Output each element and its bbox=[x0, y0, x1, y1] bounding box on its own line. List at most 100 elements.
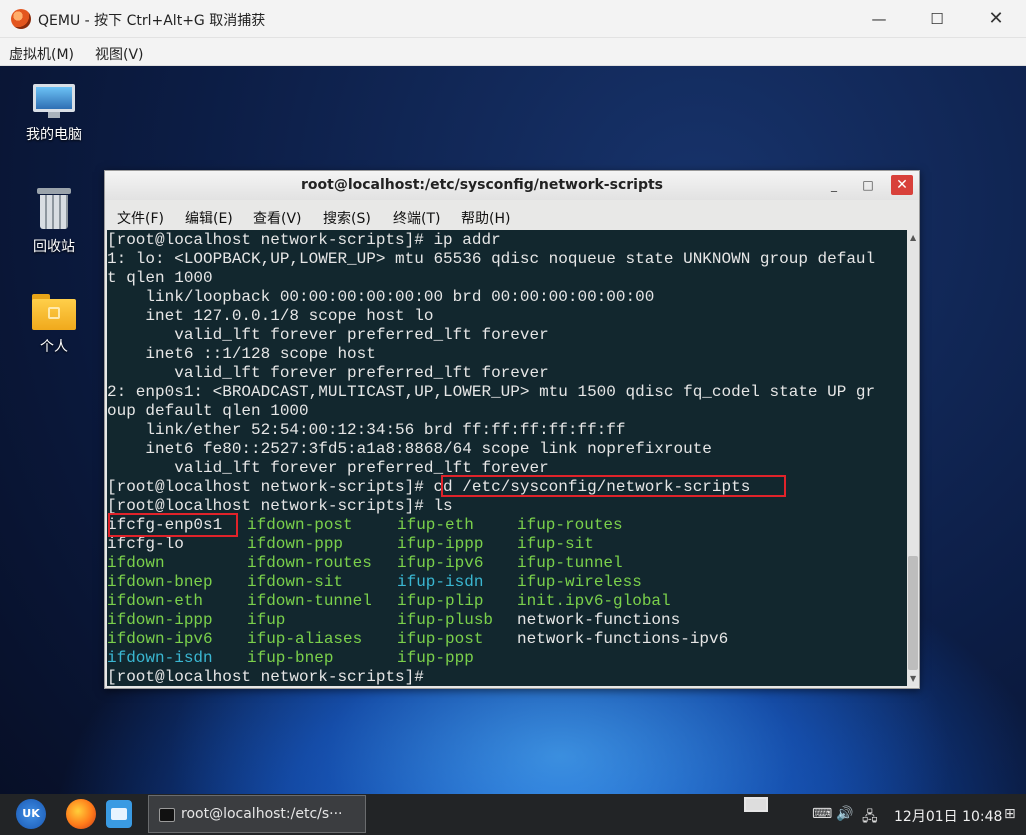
qemu-menu-machine[interactable]: 虚拟机(M) bbox=[9, 44, 74, 64]
desktop-icon-home[interactable]: 个人 bbox=[9, 294, 99, 356]
ls-row: ifdown ifdown-routes ifup-ipv6 ifup-tunnel bbox=[107, 554, 907, 573]
ls-file-entry: ifup-tunnel bbox=[517, 554, 623, 572]
highlight-ifcfg-file bbox=[108, 513, 238, 537]
terminal-window[interactable]: root@localhost:/etc/sysconfig/network-sc… bbox=[104, 170, 920, 689]
ls-file-entry: ifup-plip bbox=[397, 592, 484, 610]
qemu-window-title: QEMU - 按下 Ctrl+Alt+G 取消捕获 bbox=[38, 13, 266, 29]
ls-file-entry: ifup-eth bbox=[397, 516, 474, 534]
display-icon[interactable] bbox=[744, 797, 768, 812]
ls-file-entry: ifdown-eth bbox=[107, 592, 204, 610]
ls-file-entry: ifdown-ippp bbox=[107, 611, 213, 629]
terminal-output: [root@localhost network-scripts]# ip add… bbox=[107, 231, 875, 516]
qemu-close-button[interactable]: ✕ bbox=[967, 2, 1025, 36]
qemu-maximize-button[interactable]: ☐ bbox=[908, 2, 966, 36]
ls-file-entry: ifdown-routes bbox=[247, 554, 372, 572]
terminal-line: valid_lft forever preferred_lft forever bbox=[107, 364, 549, 382]
terminal-menu-terminal[interactable]: 终端(T) bbox=[393, 208, 440, 228]
desktop-icon-computer[interactable]: 我的电脑 bbox=[9, 84, 99, 144]
ls-file-entry: ifup-plusb bbox=[397, 611, 494, 629]
terminal-menu-edit[interactable]: 编辑(E) bbox=[185, 208, 233, 228]
ls-file-entry: ifup-ppp bbox=[397, 649, 474, 667]
ls-row: ifdown-ipv6 ifup-aliases ifup-post network-… bbox=[107, 630, 907, 649]
ls-row: ifcfg-lo ifdown-ppp ifup-ippp ifup-sit bbox=[107, 535, 907, 554]
ls-row: ifdown-eth ifdown-tunnel ifup-plip init.ipv… bbox=[107, 592, 907, 611]
desktop-icon-label: 我的电脑 bbox=[26, 127, 82, 143]
qemu-menu-bar: 虚拟机(M) 视图(V) bbox=[0, 38, 1026, 66]
terminal-line: link/ether 52:54:00:12:34:56 brd ff:ff:f… bbox=[107, 421, 626, 439]
terminal-line: valid_lft forever preferred_lft forever bbox=[107, 326, 549, 344]
scroll-down-arrow-icon[interactable]: ▼ bbox=[910, 674, 916, 683]
terminal-title: root@localhost:/etc/sysconfig/network-sc… bbox=[300, 177, 664, 193]
ls-file-entry: ifdown-tunnel bbox=[247, 592, 372, 610]
terminal-menu-search[interactable]: 搜索(S) bbox=[323, 208, 371, 228]
ls-row: ifdown-bnep ifdown-sit ifup-isdn ifup-wirel… bbox=[107, 573, 907, 592]
terminal-line: [root@localhost network-scripts]# ip add… bbox=[107, 231, 501, 249]
terminal-menu-help[interactable]: 帮助(H) bbox=[461, 208, 510, 228]
terminal-menu-bar: 文件(F) 编辑(E) 查看(V) 搜索(S) 终端(T) 帮助(H) bbox=[105, 200, 919, 230]
ls-file-entry: network-functions-ipv6 bbox=[517, 630, 729, 648]
scrollbar-thumb[interactable] bbox=[908, 556, 918, 670]
terminal-menu-file[interactable]: 文件(F) bbox=[117, 208, 164, 228]
ls-file-entry: ifup-isdn bbox=[397, 573, 484, 591]
volume-icon[interactable]: 🔊 bbox=[836, 806, 853, 822]
terminal-icon bbox=[159, 808, 175, 822]
ls-file-entry: ifup-post bbox=[397, 630, 484, 648]
qemu-logo-icon bbox=[11, 9, 31, 29]
ls-file-entry: ifup-routes bbox=[517, 516, 623, 534]
terminal-maximize-button[interactable]: □ bbox=[857, 175, 879, 195]
desktop-icon-label: 个人 bbox=[40, 339, 68, 355]
trash-icon bbox=[37, 188, 71, 230]
keyboard-icon[interactable]: ⌨ bbox=[812, 806, 832, 822]
terminal-title-bar[interactable]: root@localhost:/etc/sysconfig/network-sc… bbox=[105, 171, 919, 200]
file-manager-icon[interactable] bbox=[106, 800, 132, 828]
network-icon[interactable]: 🖧 bbox=[862, 806, 878, 830]
terminal-close-button[interactable]: ✕ bbox=[891, 175, 913, 195]
notification-icon[interactable]: ⊞ bbox=[1004, 806, 1016, 822]
desktop-icon-trash[interactable]: 回收站 bbox=[9, 188, 99, 256]
qemu-menu-view[interactable]: 视图(V) bbox=[95, 44, 144, 64]
ls-file-entry: ifup-sit bbox=[517, 535, 594, 553]
taskbar: UK root@localhost:/etc/s··· ⌨ 🔊 🖧 12月01日… bbox=[0, 794, 1026, 835]
ls-file-entry: ifup-aliases bbox=[247, 630, 363, 648]
start-menu-button[interactable]: UK bbox=[16, 799, 46, 829]
ls-row: ifdown-ippp ifup ifup-plusb network-functio… bbox=[107, 611, 907, 630]
taskbar-item-terminal[interactable]: root@localhost:/etc/s··· bbox=[148, 795, 366, 833]
terminal-line: 1: lo: <LOOPBACK,UP,LOWER_UP> mtu 65536 … bbox=[107, 250, 876, 268]
terminal-menu-view[interactable]: 查看(V) bbox=[253, 208, 302, 228]
terminal-line: t qlen 1000 bbox=[107, 269, 213, 287]
scroll-up-arrow-icon[interactable]: ▲ bbox=[910, 233, 916, 242]
terminal-screen[interactable]: [root@localhost network-scripts]# ip add… bbox=[107, 230, 907, 686]
ls-file-entry: ifdown-ipv6 bbox=[107, 630, 213, 648]
qemu-title-bar[interactable]: QEMU - 按下 Ctrl+Alt+G 取消捕获 — ☐ ✕ bbox=[0, 0, 1026, 38]
terminal-prompt: [root@localhost network-scripts]# bbox=[107, 668, 424, 686]
ls-file-entry: ifup bbox=[247, 611, 286, 629]
ls-file-entry: ifdown-bnep bbox=[107, 573, 213, 591]
desktop-icon-label: 回收站 bbox=[33, 239, 75, 255]
ls-file-entry: ifdown-sit bbox=[247, 573, 344, 591]
ls-file-entry: ifdown-post bbox=[247, 516, 353, 534]
ls-file-entry: ifup-ipv6 bbox=[397, 554, 484, 572]
computer-icon bbox=[33, 84, 75, 118]
ls-file-entry: ifcfg-lo bbox=[107, 535, 184, 553]
taskbar-item-label: root@localhost:/etc/s··· bbox=[181, 806, 343, 822]
terminal-line: 2: enp0s1: <BROADCAST,MULTICAST,UP,LOWER… bbox=[107, 383, 876, 401]
terminal-line: oup default qlen 1000 bbox=[107, 402, 309, 420]
ls-listing: ifcfg-enp0s1 ifdown-post ifup-eth ifup-rout… bbox=[107, 516, 907, 668]
ls-file-entry: ifup-ippp bbox=[397, 535, 484, 553]
ls-file-entry: ifup-wireless bbox=[517, 573, 642, 591]
ls-file-entry: ifdown-isdn bbox=[107, 649, 213, 667]
terminal-line: inet 127.0.0.1/8 scope host lo bbox=[107, 307, 434, 325]
terminal-line: link/loopback 00:00:00:00:00:00 brd 00:0… bbox=[107, 288, 655, 306]
ls-file-entry: ifdown-ppp bbox=[247, 535, 344, 553]
terminal-scrollbar[interactable]: ▲ ▼ bbox=[907, 230, 919, 686]
qemu-minimize-button[interactable]: — bbox=[850, 2, 908, 36]
taskbar-clock[interactable]: 12月01日 10:48 bbox=[894, 806, 1002, 826]
terminal-line: inet6 ::1/128 scope host bbox=[107, 345, 376, 363]
ls-file-entry: ifdown bbox=[107, 554, 165, 572]
ls-file-entry: network-functions bbox=[517, 611, 681, 629]
terminal-minimize-button[interactable]: _ bbox=[823, 175, 845, 195]
highlight-cd-command bbox=[441, 475, 786, 497]
ls-file-entry: ifup-bnep bbox=[247, 649, 334, 667]
ls-file-entry: init.ipv6-global bbox=[517, 592, 671, 610]
firefox-icon[interactable] bbox=[66, 799, 96, 829]
